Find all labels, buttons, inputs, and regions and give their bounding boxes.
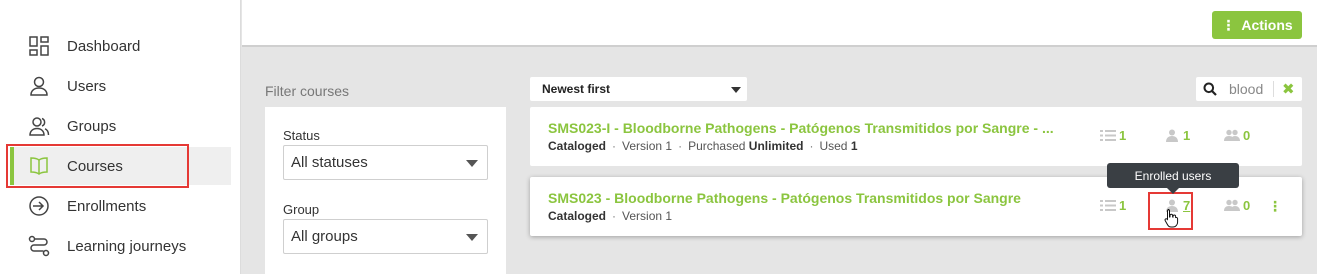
user-icon	[1166, 129, 1178, 142]
course-menu-kebab-icon[interactable]: ⋮	[1268, 199, 1282, 213]
tooltip: Enrolled users	[1107, 163, 1239, 194]
search-box[interactable]: blood ✖	[1196, 77, 1302, 101]
purchased-label: Purchased	[688, 139, 746, 153]
lessons-count: 1	[1119, 128, 1127, 143]
course-version: Version 1	[622, 139, 673, 153]
group-select[interactable]: All groups	[283, 219, 488, 254]
sidebar-item-dashboard[interactable]: Dashboard	[10, 27, 231, 65]
status-label: Status	[283, 128, 320, 143]
actions-button[interactable]: ⋮ Actions	[1212, 11, 1302, 39]
caret-down-icon	[731, 87, 741, 93]
sidebar-item-label: Users	[67, 77, 107, 95]
enroll-icon	[28, 195, 50, 217]
course-meta: Cataloged · Version 1 · Purchased Unlimited ·…	[548, 139, 858, 153]
course-card[interactable]: SMS023-I - Bloodborne Pathogens - Patóge…	[530, 107, 1302, 166]
used-label: Used	[819, 139, 848, 153]
sidebar: Dashboard Users Groups Courses Enrollmen…	[0, 0, 241, 274]
filter-panel: Status All statuses Group All groups	[265, 107, 506, 274]
sidebar-item-label: Learning journeys	[67, 237, 187, 255]
group-icon	[1224, 129, 1240, 141]
groups-stat[interactable]: 0	[1224, 198, 1250, 213]
sidebar-item-label: Groups	[67, 117, 117, 135]
user-icon	[28, 75, 50, 97]
course-version: Version 1	[622, 209, 673, 223]
enrolled-stat[interactable]: 1	[1164, 128, 1190, 143]
course-meta: Cataloged · Version 1	[548, 209, 673, 223]
sidebar-item-label: Courses	[67, 157, 123, 175]
caret-down-icon	[466, 234, 478, 241]
sidebar-item-courses[interactable]: Courses	[10, 147, 231, 185]
course-title[interactable]: SMS023-I - Bloodborne Pathogens - Patóge…	[548, 120, 1054, 136]
hand-cursor-icon	[1164, 209, 1179, 228]
group-icon	[1224, 199, 1240, 211]
sidebar-item-label: Enrollments	[67, 197, 147, 215]
group-select-value: All groups	[291, 228, 358, 245]
book-icon	[28, 155, 50, 177]
sidebar-item-users[interactable]: Users	[10, 67, 231, 105]
filter-title: Filter courses	[265, 83, 350, 99]
groups-icon	[28, 115, 50, 137]
sidebar-item-label: Dashboard	[67, 37, 141, 55]
search-icon	[1199, 82, 1221, 96]
sidebar-item-groups[interactable]: Groups	[10, 107, 231, 145]
enrolled-count: 1	[1183, 128, 1191, 143]
status-select-value: All statuses	[291, 154, 368, 171]
lessons-count: 1	[1119, 198, 1127, 213]
dashboard-icon	[28, 35, 50, 57]
groups-count: 0	[1243, 128, 1251, 143]
course-status: Cataloged	[548, 209, 607, 223]
sort-select-value: Newest first	[542, 82, 611, 96]
sort-select[interactable]: Newest first	[530, 77, 747, 101]
top-bar: ⋮ Actions	[242, 0, 1317, 47]
lessons-stat[interactable]: 1	[1100, 198, 1126, 213]
groups-count: 0	[1243, 198, 1251, 213]
course-title[interactable]: SMS023 - Bloodborne Pathogens - Patógeno…	[548, 190, 1021, 206]
sidebar-item-enrollments[interactable]: Enrollments	[10, 187, 231, 225]
caret-down-icon	[466, 160, 478, 167]
status-select[interactable]: All statuses	[283, 145, 488, 180]
purchased-value: Unlimited	[748, 139, 804, 153]
list-icon	[1100, 130, 1116, 141]
groups-stat[interactable]: 0	[1224, 128, 1250, 143]
course-status: Cataloged	[548, 139, 607, 153]
kebab-icon: ⋮	[1221, 17, 1236, 33]
journey-icon	[28, 235, 50, 257]
used-value: 1	[850, 139, 858, 153]
lessons-stat[interactable]: 1	[1100, 128, 1126, 143]
list-icon	[1100, 200, 1116, 211]
search-input[interactable]: blood	[1229, 81, 1274, 97]
enrolled-count: 7	[1183, 198, 1191, 213]
sidebar-item-learning-journeys[interactable]: Learning journeys	[10, 227, 231, 265]
actions-button-label: Actions	[1241, 17, 1293, 33]
clear-search-icon[interactable]: ✖	[1282, 80, 1295, 98]
group-label: Group	[283, 202, 320, 217]
